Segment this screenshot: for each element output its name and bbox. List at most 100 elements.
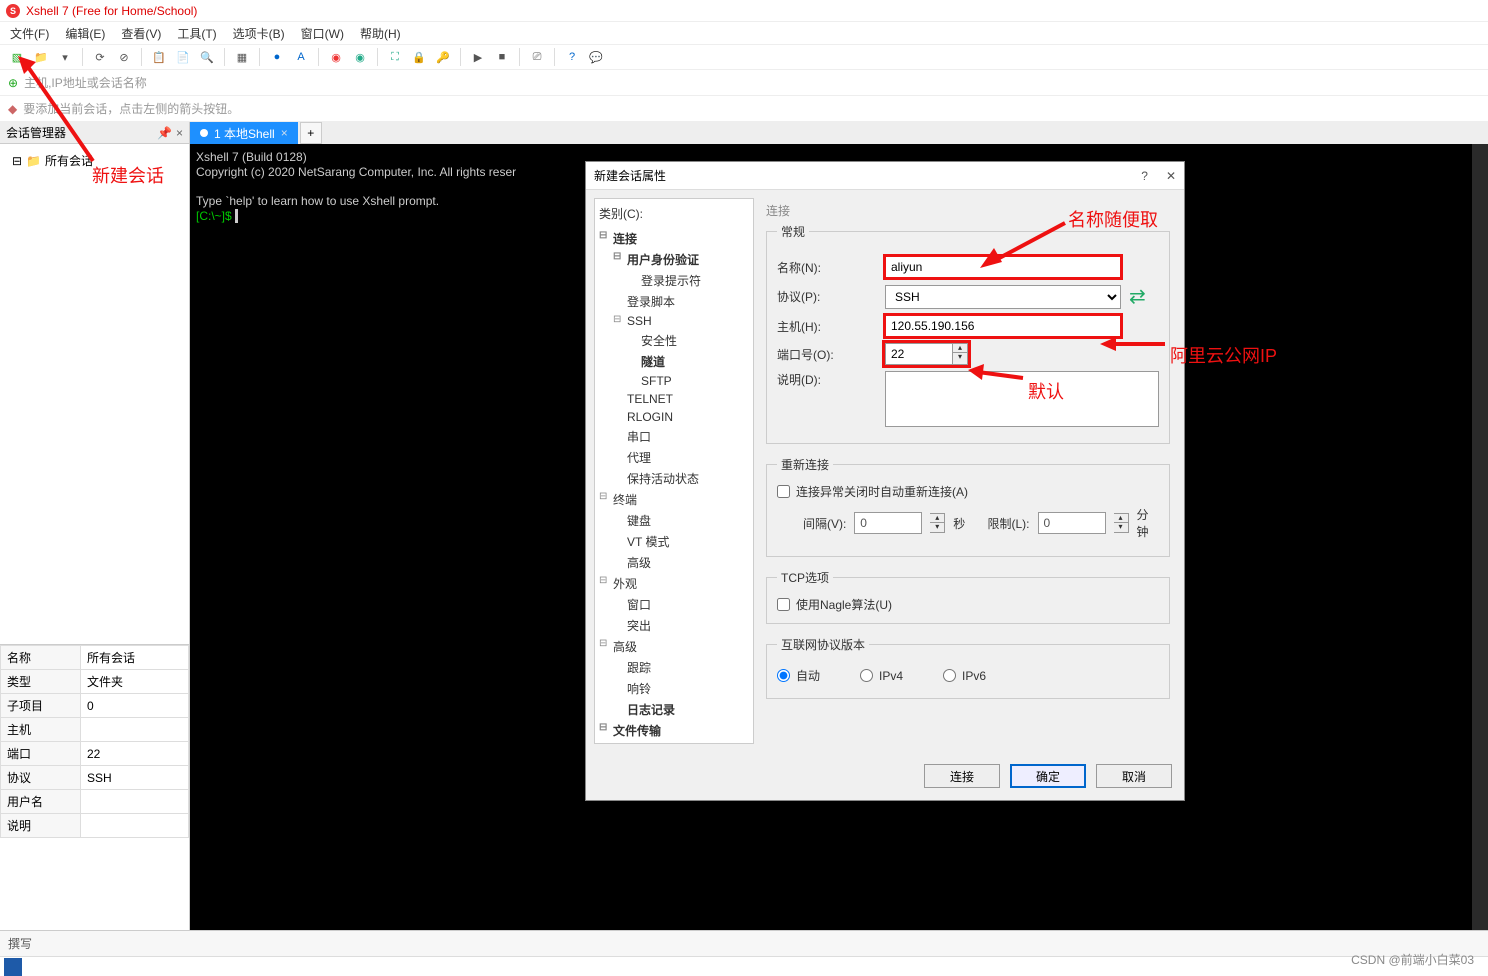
open-button[interactable]: 📁	[32, 48, 50, 66]
xftp-icon[interactable]: ◉	[351, 48, 369, 66]
desc-textarea[interactable]	[885, 371, 1159, 427]
help-button[interactable]: ?	[563, 48, 581, 66]
separator	[519, 48, 520, 66]
tree-keyboard[interactable]: 键盘	[627, 510, 749, 531]
interval-spinner[interactable]: ▴▾	[930, 513, 945, 533]
close-icon[interactable]: ✕	[1166, 169, 1176, 183]
ipv4-radio[interactable]	[860, 669, 873, 682]
lock-button[interactable]: 🔒	[410, 48, 428, 66]
tree-telnet[interactable]: TELNET	[627, 390, 749, 408]
paste-button[interactable]: 📄	[174, 48, 192, 66]
expand-icon[interactable]: ⊟	[12, 154, 22, 168]
tab-add-button[interactable]: +	[300, 122, 322, 144]
tab-local-shell[interactable]: 1 本地Shell ×	[190, 122, 298, 144]
title-bar: S Xshell 7 (Free for Home/School)	[0, 0, 1488, 22]
copy-button[interactable]: 📋	[150, 48, 168, 66]
tree-advanced[interactable]: 高级	[613, 636, 749, 657]
tree-appearance[interactable]: 外观	[613, 573, 749, 594]
tree-security[interactable]: 安全性	[641, 330, 749, 351]
tree-rlogin[interactable]: RLOGIN	[627, 408, 749, 426]
session-properties: 名称所有会话 类型文件夹 子项目0 主机 端口22 协议SSH 用户名 说明	[0, 644, 189, 838]
toolbar: ▧ 📁 ▾ ⟳ ⊘ 📋 📄 🔍 ▦ ● A ◉ ◉ ⛶ 🔒 🔑 ▶ ■ ⎚ ? …	[0, 44, 1488, 70]
cancel-button[interactable]: 取消	[1096, 764, 1172, 788]
menu-file[interactable]: 文件(F)	[10, 25, 49, 42]
category-tree[interactable]: 类别(C): 连接 用户身份验证 登录提示符 登录脚本 SSH 安全性 隧道 S…	[594, 198, 754, 744]
disconnect-button[interactable]: ⊘	[115, 48, 133, 66]
terminal-scrollbar[interactable]	[1472, 144, 1488, 974]
tree-vt[interactable]: VT 模式	[627, 531, 749, 552]
connect-button[interactable]: 连接	[924, 764, 1000, 788]
tree-keepalive[interactable]: 保持活动状态	[627, 468, 749, 489]
compose-input[interactable]	[26, 960, 1488, 974]
tree-trace[interactable]: 跟踪	[627, 657, 749, 678]
prop-row: 子项目0	[1, 694, 189, 718]
plus-icon[interactable]: ⊕	[8, 76, 18, 90]
new-session-button[interactable]: ▧	[8, 48, 26, 66]
menu-help[interactable]: 帮助(H)	[360, 25, 401, 42]
tree-root[interactable]: ⊟ 📁 所有会话	[6, 150, 183, 171]
port-spinner[interactable]: ▴▾	[953, 343, 968, 365]
limit-spinner[interactable]: ▴▾	[1114, 513, 1129, 533]
menu-tools[interactable]: 工具(T)	[177, 25, 216, 42]
layout-button[interactable]: ▦	[233, 48, 251, 66]
address-placeholder[interactable]: 主机,IP地址或会话名称	[24, 74, 147, 91]
menu-view[interactable]: 查看(V)	[121, 25, 161, 42]
reconnect-checkbox[interactable]	[777, 485, 790, 498]
session-tree[interactable]: ⊟ 📁 所有会话	[0, 144, 189, 644]
menu-tab[interactable]: 选项卡(B)	[233, 25, 285, 42]
limit-input[interactable]	[1038, 512, 1106, 534]
tree-sftp[interactable]: SFTP	[641, 372, 749, 390]
xshell-icon[interactable]: ◉	[327, 48, 345, 66]
tree-tunnel[interactable]: 隧道	[641, 351, 749, 372]
find-button[interactable]: 🔍	[198, 48, 216, 66]
close-icon[interactable]: ×	[176, 126, 183, 140]
tree-filetransfer[interactable]: 文件传输	[613, 720, 749, 741]
tree-connection[interactable]: 连接	[613, 228, 749, 249]
host-label: 主机(H):	[777, 318, 877, 335]
key-button[interactable]: 🔑	[434, 48, 452, 66]
tree-ssh[interactable]: SSH	[627, 312, 749, 330]
compose-icon[interactable]	[4, 958, 22, 976]
port-input[interactable]	[885, 343, 953, 365]
stop-button[interactable]: ■	[493, 48, 511, 66]
category-label: 类别(C):	[599, 203, 749, 228]
tree-terminal[interactable]: 终端	[613, 489, 749, 510]
interval-input[interactable]	[854, 512, 922, 534]
tree-window[interactable]: 窗口	[627, 594, 749, 615]
tree-auth[interactable]: 用户身份验证	[627, 249, 749, 270]
reconnect-button[interactable]: ⟳	[91, 48, 109, 66]
tree-highlight[interactable]: 突出	[627, 615, 749, 636]
menu-window[interactable]: 窗口(W)	[301, 25, 344, 42]
tree-bell[interactable]: 响铃	[627, 678, 749, 699]
macro-button[interactable]: ⎚	[528, 48, 546, 66]
ok-button[interactable]: 确定	[1010, 764, 1086, 788]
font-button[interactable]: A	[292, 48, 310, 66]
script-button[interactable]: ▶	[469, 48, 487, 66]
ip-auto-radio[interactable]	[777, 669, 790, 682]
help-icon[interactable]: ?	[1141, 169, 1148, 183]
chat-button[interactable]: 💬	[587, 48, 605, 66]
fullscreen-button[interactable]: ⛶	[386, 48, 404, 66]
dropdown-icon[interactable]: ▾	[56, 48, 74, 66]
name-input[interactable]	[885, 256, 1121, 278]
nagle-checkbox[interactable]	[777, 598, 790, 611]
host-input[interactable]	[885, 315, 1121, 337]
color-button[interactable]: ●	[268, 48, 286, 66]
tree-xymodem[interactable]: X/YMODEM	[627, 741, 749, 744]
ipversion-legend: 互联网协议版本	[777, 636, 869, 653]
menu-edit[interactable]: 编辑(E)	[65, 25, 105, 42]
tab-close-icon[interactable]: ×	[281, 126, 288, 140]
protocol-select[interactable]: SSH	[885, 285, 1121, 309]
tree-login-prompt[interactable]: 登录提示符	[641, 270, 749, 291]
tree-advanced-t[interactable]: 高级	[627, 552, 749, 573]
compose-input-row	[0, 956, 1488, 976]
ipv6-radio[interactable]	[943, 669, 956, 682]
tree-serial[interactable]: 串口	[627, 426, 749, 447]
pin-icon[interactable]: 📌	[157, 126, 172, 140]
tree-proxy[interactable]: 代理	[627, 447, 749, 468]
tree-login-script[interactable]: 登录脚本	[627, 291, 749, 312]
port-label: 端口号(O):	[777, 346, 877, 363]
tree-log[interactable]: 日志记录	[627, 699, 749, 720]
app-title: Xshell 7 (Free for Home/School)	[26, 4, 197, 18]
tcp-legend: TCP选项	[777, 569, 833, 586]
